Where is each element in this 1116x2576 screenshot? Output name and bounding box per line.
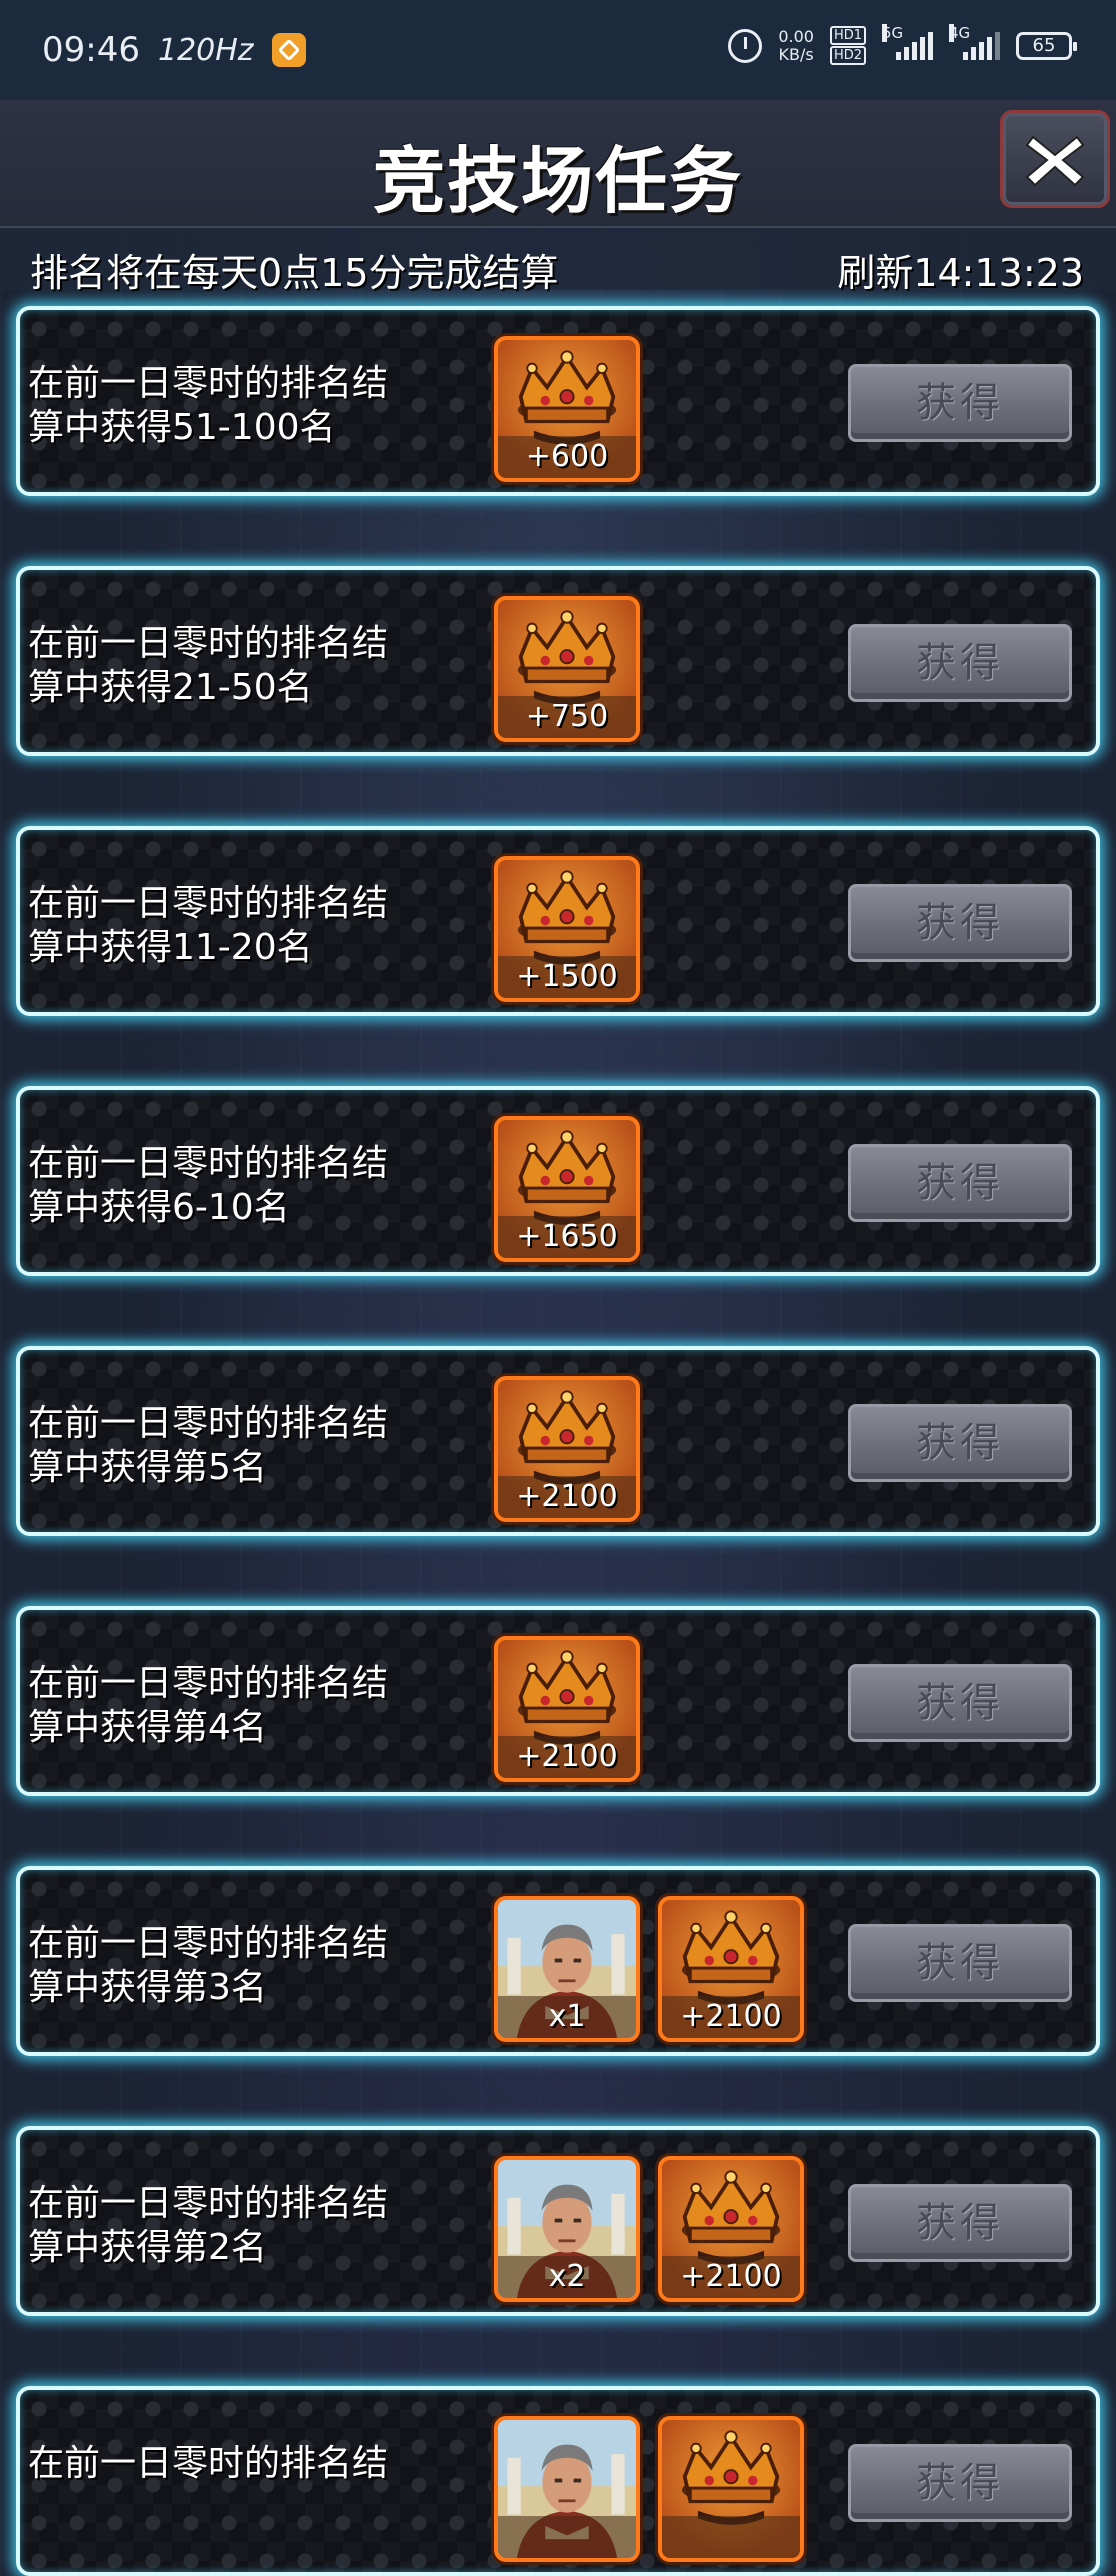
close-button[interactable] — [1000, 110, 1110, 208]
reward-item[interactable] — [658, 2416, 804, 2562]
reward-item[interactable]: +2100 — [658, 1896, 804, 2042]
task-description: 在前一日零时的排名结 算中获得第3名 — [28, 1922, 438, 2010]
claim-button[interactable]: 获得 — [848, 1144, 1072, 1222]
signal-4g-icon: 4G — [949, 23, 1000, 60]
header: 竞技场任务 — [0, 100, 1116, 228]
signal-5g-icon: 5G — [882, 23, 933, 60]
task-row: 在前一日零时的排名结 算中获得第2名 x2 +2100 获得 — [16, 2126, 1100, 2316]
settlement-notice: 排名将在每天0点15分完成结算 — [30, 251, 559, 295]
sim2-label: 4G — [949, 23, 971, 42]
task-row: 在前一日零时的排名结 算中获得第4名 +2100 获得 — [16, 1606, 1100, 1796]
battery-icon: 65 — [1016, 31, 1077, 60]
task-description-line: 在前一日零时的排名结 — [28, 1923, 389, 1964]
reward-item[interactable]: x2 — [494, 2156, 640, 2302]
task-description-line: 算中获得51-100名 — [28, 407, 336, 448]
task-description: 在前一日零时的排名结 算中获得11-20名 — [28, 882, 438, 970]
task-row: 在前一日零时的排名结 获得 — [16, 2386, 1100, 2576]
claim-button[interactable]: 获得 — [848, 884, 1072, 962]
task-description-line: 算中获得21-50名 — [28, 667, 313, 708]
reward-item[interactable]: +2100 — [494, 1636, 640, 1782]
claim-button[interactable]: 获得 — [848, 2184, 1072, 2262]
claim-button[interactable]: 获得 — [848, 624, 1072, 702]
hd-icon: HD1 HD2 — [829, 26, 866, 65]
task-description-line: 在前一日零时的排名结 — [28, 2443, 389, 2484]
task-description-line: 算中获得第3名 — [28, 1967, 267, 2008]
status-bar: 09:46 120Hz 0.00 KB/s HD1 HD2 5G 4G 65 — [0, 0, 1116, 100]
task-description: 在前一日零时的排名结 算中获得21-50名 — [28, 622, 438, 710]
task-description-line: 算中获得6-10名 — [28, 1187, 290, 1228]
task-row: 在前一日零时的排名结 算中获得21-50名 +750 获得 — [16, 566, 1100, 756]
notification-app-icon — [271, 33, 306, 67]
task-description-line: 在前一日零时的排名结 — [28, 1403, 389, 1444]
task-description-line: 在前一日零时的排名结 — [28, 883, 389, 924]
reward-item[interactable]: +1500 — [494, 856, 640, 1002]
reward-amount: +2100 — [662, 1996, 800, 2038]
refresh-timer: 刷新14:13:23 — [837, 251, 1084, 295]
task-description-line: 在前一日零时的排名结 — [28, 1143, 389, 1184]
task-description-line: 算中获得第2名 — [28, 2227, 267, 2268]
network-speed-unit: KB/s — [778, 44, 814, 64]
task-description-line: 算中获得11-20名 — [28, 927, 313, 968]
reward-amount: +1650 — [498, 1216, 636, 1258]
claim-button[interactable]: 获得 — [848, 1664, 1072, 1742]
task-row: 在前一日零时的排名结 算中获得第5名 +2100 获得 — [16, 1346, 1100, 1536]
close-icon — [1025, 135, 1085, 187]
hd2-badge: HD2 — [829, 46, 866, 65]
page-title: 竞技场任务 — [372, 139, 743, 223]
task-description-line: 算中获得第4名 — [28, 1707, 267, 1748]
clock-time: 09:46 — [42, 30, 140, 70]
refresh-rate: 120Hz — [157, 32, 254, 68]
reward-amount: +2100 — [498, 1476, 636, 1518]
task-description: 在前一日零时的排名结 算中获得第5名 — [28, 1402, 438, 1490]
claim-button[interactable]: 获得 — [848, 364, 1072, 442]
task-description: 在前一日零时的排名结 算中获得6-10名 — [28, 1142, 438, 1230]
network-speed-value: 0.00 — [778, 26, 814, 46]
reward-item[interactable]: +2100 — [494, 1376, 640, 1522]
task-description-line: 在前一日零时的排名结 — [28, 1663, 389, 1704]
task-row: 在前一日零时的排名结 算中获得第3名 x1 +2100 获得 — [16, 1866, 1100, 2056]
reward-amount — [498, 2516, 636, 2558]
reward-item[interactable]: x1 — [494, 1896, 640, 2042]
hd1-badge: HD1 — [829, 26, 866, 45]
reward-item[interactable]: +600 — [494, 336, 640, 482]
task-description: 在前一日零时的排名结 算中获得51-100名 — [28, 362, 438, 450]
reward-amount: +1500 — [498, 956, 636, 998]
reward-item[interactable]: +1650 — [494, 1116, 640, 1262]
task-description-line: 算中获得第5名 — [28, 1447, 267, 1488]
task-row: 在前一日零时的排名结 算中获得6-10名 +1650 获得 — [16, 1086, 1100, 1276]
network-speed: 0.00 KB/s — [778, 26, 814, 64]
reward-item[interactable] — [494, 2416, 640, 2562]
claim-button[interactable]: 获得 — [848, 2444, 1072, 2522]
reward-item[interactable]: +2100 — [658, 2156, 804, 2302]
task-description: 在前一日零时的排名结 算中获得第2名 — [28, 2182, 438, 2270]
sim1-label: 5G — [882, 23, 904, 42]
reward-amount: x2 — [498, 2256, 636, 2298]
task-description: 在前一日零时的排名结 算中获得第4名 — [28, 1662, 438, 1750]
task-description-line: 在前一日零时的排名结 — [28, 2183, 389, 2224]
reward-amount: +600 — [498, 436, 636, 478]
task-row: 在前一日零时的排名结 算中获得11-20名 +1500 获得 — [16, 826, 1100, 1016]
task-description-line: 在前一日零时的排名结 — [28, 363, 389, 404]
task-row: 在前一日零时的排名结 算中获得51-100名 +600 获得 — [16, 306, 1100, 496]
info-bar: 排名将在每天0点15分完成结算 刷新14:13:23 — [0, 228, 1116, 295]
claim-button[interactable]: 获得 — [848, 1404, 1072, 1482]
alarm-icon — [728, 28, 763, 63]
task-description-line: 在前一日零时的排名结 — [28, 623, 389, 664]
reward-amount: x1 — [498, 1996, 636, 2038]
reward-amount: +750 — [498, 696, 636, 738]
reward-item[interactable]: +750 — [494, 596, 640, 742]
task-description: 在前一日零时的排名结 — [28, 2442, 438, 2486]
reward-amount — [662, 2516, 800, 2558]
reward-amount: +2100 — [498, 1736, 636, 1778]
claim-button[interactable]: 获得 — [848, 1924, 1072, 2002]
reward-amount: +2100 — [662, 2256, 800, 2298]
